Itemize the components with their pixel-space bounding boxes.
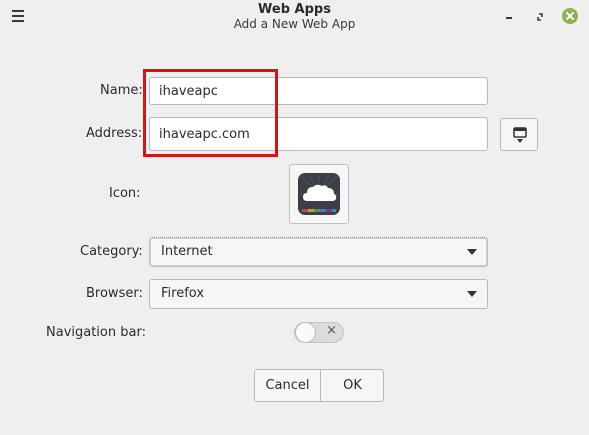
category-dropdown[interactable]: Internet: [149, 237, 488, 267]
dialog-buttons: Cancel OK: [254, 369, 384, 402]
minimize-icon[interactable]: [500, 8, 518, 26]
category-label: Category:: [80, 244, 143, 259]
navigation-bar-label: Navigation bar:: [46, 325, 146, 340]
chevron-down-icon: [467, 249, 477, 255]
address-label: Address:: [86, 126, 143, 141]
chevron-down-icon: [467, 291, 477, 297]
browser-label: Browser:: [86, 286, 143, 301]
title-bar: Web Apps Add a New Web App: [0, 0, 589, 36]
navigation-bar-toggle[interactable]: ×: [294, 322, 344, 343]
close-icon[interactable]: [562, 8, 578, 24]
browser-dropdown[interactable]: Firefox: [149, 279, 488, 309]
browser-value: Firefox: [161, 286, 205, 301]
toggle-off-icon: ×: [326, 323, 337, 338]
restore-icon[interactable]: [531, 8, 549, 26]
name-field[interactable]: [149, 77, 488, 105]
download-favicon-button[interactable]: [500, 118, 538, 151]
address-field[interactable]: [149, 117, 488, 151]
toggle-knob: [295, 322, 316, 343]
download-favicon-icon: [513, 127, 527, 143]
name-label: Name:: [100, 83, 143, 98]
ok-button[interactable]: OK: [321, 370, 384, 401]
icon-chooser-button[interactable]: [289, 164, 349, 224]
cloud-app-icon: [298, 173, 340, 215]
cancel-button[interactable]: Cancel: [255, 370, 321, 401]
icon-label: Icon:: [109, 186, 141, 201]
category-value: Internet: [161, 244, 213, 259]
